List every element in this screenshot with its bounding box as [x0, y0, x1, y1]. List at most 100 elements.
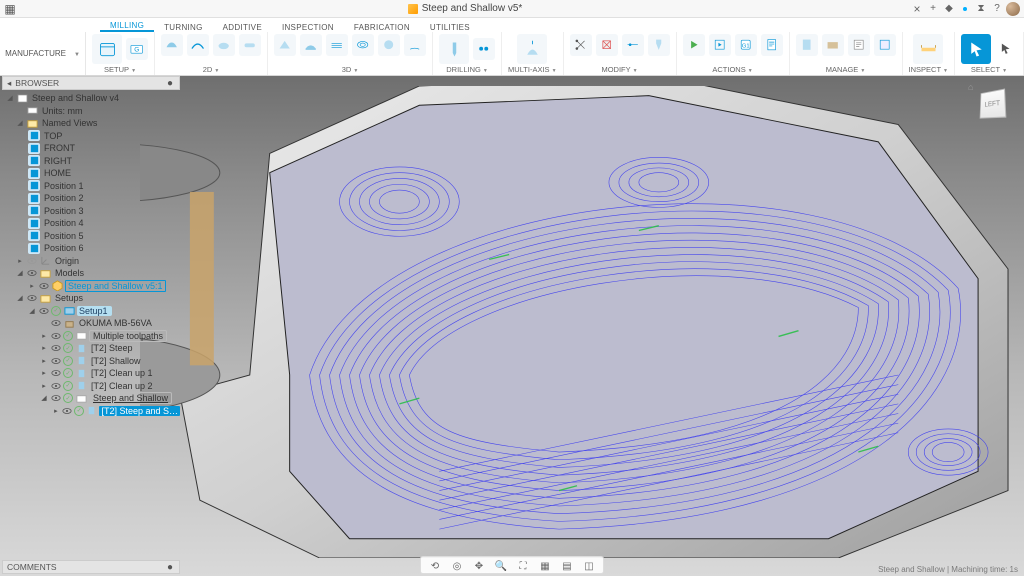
- 3d-horizontal-icon[interactable]: [378, 34, 400, 56]
- tree-setups[interactable]: ◢Setups: [2, 292, 180, 305]
- 3d-label: 3D: [342, 65, 359, 74]
- setup-label: SETUP: [104, 65, 136, 74]
- select-filter-icon[interactable]: [995, 38, 1017, 60]
- manage-label: MANAGE: [826, 65, 865, 74]
- machine-library-icon[interactable]: [822, 34, 844, 56]
- zoom-icon[interactable]: 🔍: [493, 559, 509, 573]
- help-icon[interactable]: ?: [990, 2, 1004, 16]
- close-tab-icon[interactable]: ×: [910, 2, 924, 16]
- grid-settings-icon[interactable]: ▤: [559, 559, 575, 573]
- tree-units[interactable]: Units: mm: [2, 105, 180, 118]
- new-tab-icon[interactable]: +: [926, 2, 940, 16]
- tree-op-steep[interactable]: ▸✓[T2] Steep: [2, 342, 180, 355]
- 2d-face-icon[interactable]: [161, 34, 183, 56]
- fit-icon[interactable]: ⛶: [515, 559, 531, 573]
- user-avatar[interactable]: [1006, 2, 1020, 16]
- tree-view-top[interactable]: TOP: [2, 130, 180, 143]
- actions-label: ACTIONS: [712, 65, 752, 74]
- display-settings-icon[interactable]: ▦: [537, 559, 553, 573]
- viewcube[interactable]: ⌂ LEFT: [972, 84, 1012, 124]
- tree-op-clean1[interactable]: ▸✓[T2] Clean up 1: [2, 367, 180, 380]
- 2d-pocket-icon[interactable]: [213, 34, 235, 56]
- tool-library-icon[interactable]: [796, 34, 818, 56]
- workspace-label: MANUFACTURE: [5, 49, 66, 58]
- tree-model-item[interactable]: ▸Steep and Shallow v5:1: [2, 280, 180, 293]
- 3d-pencil-icon[interactable]: [404, 34, 426, 56]
- modify-tool-icon[interactable]: [648, 34, 670, 56]
- look-icon[interactable]: ◎: [449, 559, 465, 573]
- tree-view-pos4[interactable]: Position 4: [2, 217, 180, 230]
- tree-root[interactable]: ◢Steep and Shallow v4: [2, 92, 180, 105]
- job-status-icon[interactable]: ⧗: [974, 2, 988, 16]
- app-menu-icon[interactable]: ▦: [0, 2, 20, 16]
- tab-milling[interactable]: MILLING: [100, 21, 154, 32]
- drilling-label: DRILLING: [446, 65, 488, 74]
- tree-view-pos1[interactable]: Position 1: [2, 180, 180, 193]
- comments-header[interactable]: COMMENTS●: [2, 560, 180, 574]
- tree-models[interactable]: ◢Models: [2, 267, 180, 280]
- tab-fabrication[interactable]: FABRICATION: [344, 23, 420, 32]
- tab-additive[interactable]: ADDITIVE: [213, 23, 272, 32]
- 3d-adaptive-icon[interactable]: [274, 34, 296, 56]
- setup-folder-icon[interactable]: G: [126, 38, 148, 60]
- navigation-toolbar: ⟲ ◎ ✥ 🔍 ⛶ ▦ ▤ ◫: [420, 556, 604, 574]
- modify-label: MODIFY: [601, 65, 637, 74]
- viewports-icon[interactable]: ◫: [581, 559, 597, 573]
- tree-view-front[interactable]: FRONT: [2, 142, 180, 155]
- status-text: Steep and Shallow | Machining time: 1s: [878, 565, 1018, 574]
- tree-op-shallow[interactable]: ▸✓[T2] Shallow: [2, 355, 180, 368]
- browser-header[interactable]: ◂BROWSER●: [2, 76, 180, 90]
- tree-view-right[interactable]: RIGHT: [2, 155, 180, 168]
- tab-turning[interactable]: TURNING: [154, 23, 213, 32]
- ribbon-tabs: MILLING TURNING ADDITIVE INSPECTION FABR…: [0, 18, 1024, 32]
- tree-machine[interactable]: OKUMA MB-56VA: [2, 317, 180, 330]
- tree-view-pos5[interactable]: Position 5: [2, 230, 180, 243]
- tree-view-pos2[interactable]: Position 2: [2, 192, 180, 205]
- generate-icon[interactable]: [683, 34, 705, 56]
- tree-multiple-toolpaths[interactable]: ▸✓Multiple toolpaths: [2, 330, 180, 343]
- document-title: Steep and Shallow v5*: [408, 3, 523, 14]
- tree-selected-op[interactable]: ▸✓[T2] Steep and S…: [2, 405, 180, 418]
- viewcube-home-icon[interactable]: ⌂: [968, 82, 973, 92]
- multiaxis-label: MULTI-AXIS: [508, 65, 557, 74]
- workspace-switcher[interactable]: MANUFACTURE: [0, 32, 86, 75]
- tree-named-views[interactable]: ◢Named Views: [2, 117, 180, 130]
- pan-icon[interactable]: ✥: [471, 559, 487, 573]
- notifications-icon[interactable]: [958, 2, 972, 16]
- tree-origin[interactable]: ▸Origin: [2, 255, 180, 268]
- modify-delete-icon[interactable]: [596, 34, 618, 56]
- extensions-icon[interactable]: ◆: [942, 2, 956, 16]
- select-label: SELECT: [971, 65, 1007, 74]
- tree-view-pos6[interactable]: Position 6: [2, 242, 180, 255]
- tree-setup1[interactable]: ◢✓Setup1: [2, 305, 180, 318]
- 2d-label: 2D: [203, 65, 220, 74]
- svg-text:G1: G1: [742, 44, 750, 50]
- modify-trim-icon[interactable]: [622, 34, 644, 56]
- tree-view-home[interactable]: HOME: [2, 167, 180, 180]
- setup-icon[interactable]: [92, 34, 122, 64]
- simulate-icon[interactable]: [709, 34, 731, 56]
- tree-sands-folder[interactable]: ◢✓Steep and Shallow: [2, 392, 180, 405]
- viewcube-face[interactable]: LEFT: [980, 89, 1007, 119]
- tab-inspection[interactable]: INSPECTION: [272, 23, 344, 32]
- file-cube-icon: [408, 4, 418, 14]
- hole-recognition-icon[interactable]: [473, 38, 495, 60]
- orbit-icon[interactable]: ⟲: [427, 559, 443, 573]
- tree-op-clean2[interactable]: ▸✓[T2] Clean up 2: [2, 380, 180, 393]
- postprocess-icon[interactable]: G1: [735, 34, 757, 56]
- 3d-pocket-icon[interactable]: [300, 34, 322, 56]
- select-icon[interactable]: [961, 34, 991, 64]
- inspect-icon[interactable]: [913, 34, 943, 64]
- modify-scissors-icon[interactable]: [570, 34, 592, 56]
- template-library-icon[interactable]: [874, 34, 896, 56]
- setup-sheet-icon[interactable]: [761, 34, 783, 56]
- 3d-contour-icon[interactable]: [352, 34, 374, 56]
- 2d-contour-icon[interactable]: [187, 34, 209, 56]
- 3d-parallel-icon[interactable]: [326, 34, 348, 56]
- 2d-slot-icon[interactable]: [239, 34, 261, 56]
- tree-view-pos3[interactable]: Position 3: [2, 205, 180, 218]
- drilling-icon[interactable]: [439, 34, 469, 64]
- multiaxis-icon[interactable]: [517, 34, 547, 64]
- tab-utilities[interactable]: UTILITIES: [420, 23, 480, 32]
- task-manager-icon[interactable]: [848, 34, 870, 56]
